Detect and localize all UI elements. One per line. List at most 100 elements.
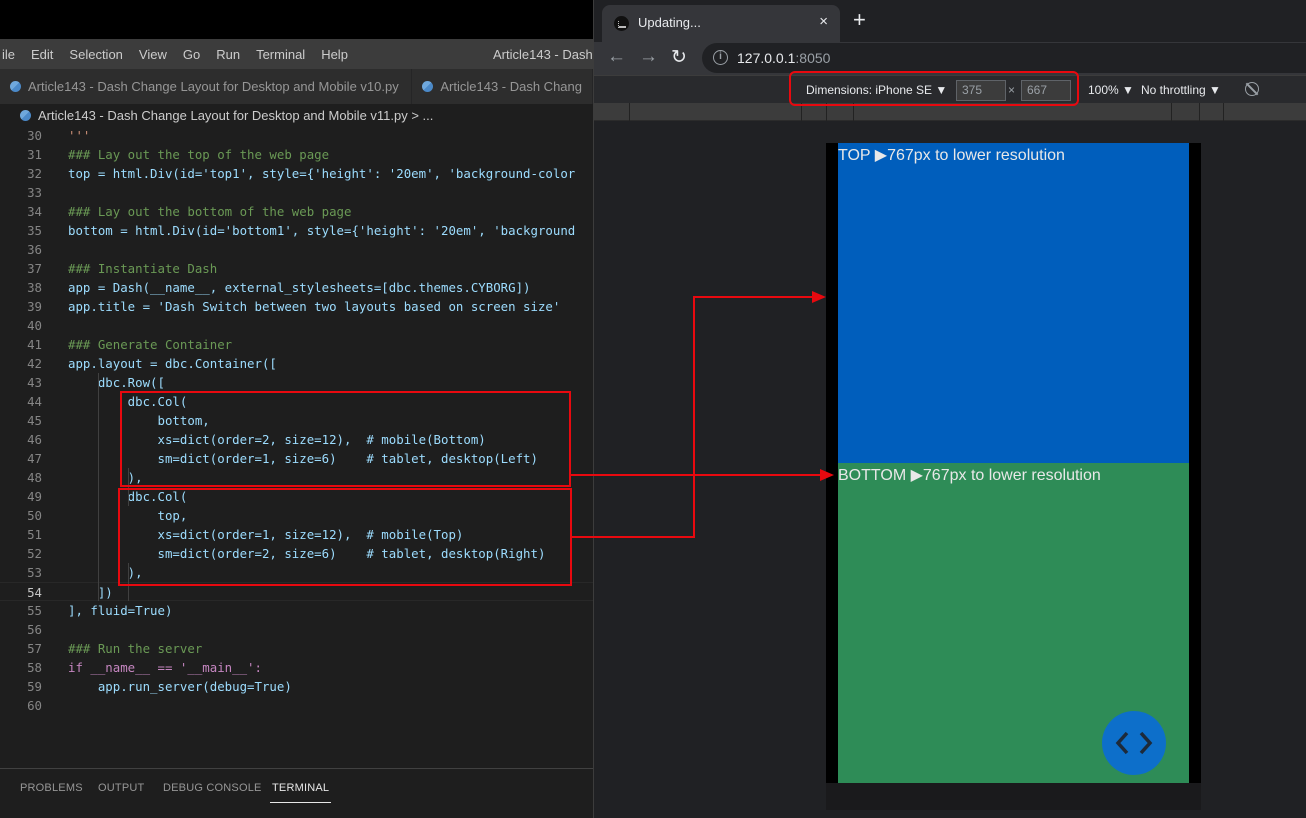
code-line[interactable]: 45 bottom, [0,411,593,430]
code-line[interactable]: 42 app.layout = dbc.Container([ [0,354,593,373]
media-segment[interactable] [630,103,802,121]
media-segment[interactable] [827,103,854,121]
panel-tab-problems[interactable]: PROBLEMS [20,782,83,794]
media-segment[interactable] [594,103,630,121]
code-text: top = html.Div(id='top1', style={'height… [68,166,576,181]
browser-toolbar: ← → ↻ i 127.0.0.1:8050 [594,42,1306,75]
device-frame-bottom [826,783,1201,810]
code-line[interactable]: 43 dbc.Row([ [0,373,593,392]
info-icon[interactable]: i [713,50,728,65]
dimensions-dropdown[interactable]: Dimensions: iPhone SE ▼ [806,83,947,97]
address-bar[interactable]: i 127.0.0.1:8050 [702,43,1306,73]
code-line[interactable]: 35 bottom = html.Div(id='bottom1', style=… [0,221,593,240]
code-line[interactable]: 53 ), [0,563,593,582]
code-line[interactable]: 54 ]) [0,582,593,601]
code-line[interactable]: 36 [0,240,593,259]
back-icon[interactable]: ← [607,46,626,68]
code-text: ), [68,565,143,580]
code-editor[interactable]: 30 ''' 31 ### Lay out the top of the web pa… [0,126,593,766]
editor-tab-v10[interactable]: Article143 - Dash Change Layout for Desk… [0,69,413,104]
code-line[interactable]: 55], fluid=True) [0,601,593,620]
media-segment[interactable] [854,103,1172,121]
code-line[interactable]: 50 top, [0,506,593,525]
new-tab-button[interactable]: + [853,7,866,33]
code-line[interactable]: 31 ### Lay out the top of the web page [0,145,593,164]
menu-terminal[interactable]: Terminal [248,47,313,62]
code-text: dbc.Col( [68,394,188,409]
code-text: ], fluid=True) [68,603,173,618]
code-text: dbc.Row([ [68,375,165,390]
code-line[interactable]: 49 dbc.Col( [0,487,593,506]
code-line[interactable]: 59 app.run_server(debug=True) [0,677,593,696]
line-number: 31 [27,147,42,162]
bottom-panel: PROBLEMS OUTPUT DEBUG CONSOLE TERMINAL [0,768,593,818]
code-line[interactable]: 39 app.title = 'Dash Switch between two l… [0,297,593,316]
device-toolbar: Dimensions: iPhone SE ▼ 375 × 667 100% ▼… [594,75,1306,103]
editor-tab-other[interactable]: Article143 - Dash Chang [412,69,593,104]
python-icon [10,81,21,92]
media-segment[interactable] [1172,103,1200,121]
height-input[interactable]: 667 [1021,80,1071,101]
code-line[interactable]: 44 dbc.Col( [0,392,593,411]
close-tab-icon[interactable]: × [819,13,828,30]
panel-tab-output[interactable]: OUTPUT [98,782,144,794]
media-segment[interactable] [1200,103,1224,121]
code-line[interactable]: 47 sm=dict(order=1, size=6) # tablet, de… [0,449,593,468]
line-number: 57 [27,641,42,656]
code-line[interactable]: 40 [0,316,593,335]
rotate-icon[interactable] [1245,82,1259,96]
zoom-dropdown[interactable]: 100% ▼ [1088,83,1134,97]
code-line[interactable]: 38 app = Dash(__name__, external_styleshe… [0,278,593,297]
menu-help[interactable]: Help [313,47,356,62]
window-title: Article143 - Dash C [493,47,593,62]
breadcrumb[interactable]: Article143 - Dash Change Layout for Desk… [0,104,593,126]
panel-tab-debug-console[interactable]: DEBUG CONSOLE [163,782,262,794]
browser-tab[interactable]: Updating... × [602,5,840,42]
code-text: ]) [68,585,113,600]
code-brackets-icon [1115,731,1153,755]
dash-debug-button[interactable] [1102,711,1166,775]
code-line[interactable]: 60 [0,696,593,715]
line-number: 41 [27,337,42,352]
code-text: if __name__ == '__main__': [68,660,262,675]
menu-view[interactable]: View [131,47,175,62]
menu-edit[interactable]: Edit [23,47,61,62]
panel-tab-terminal[interactable]: TERMINAL [269,782,332,803]
code-line[interactable]: 41 ### Generate Container [0,335,593,354]
code-line[interactable]: 56 [0,620,593,639]
menu-go[interactable]: Go [175,47,208,62]
code-line[interactable]: 37 ### Instantiate Dash [0,259,593,278]
code-text: xs=dict(order=1, size=12), # mobile(Top) [68,527,464,542]
code-text: app.title = 'Dash Switch between two lay… [68,299,561,314]
code-line[interactable]: 32 top = html.Div(id='top1', style={'heig… [0,164,593,183]
line-number: 48 [27,470,42,485]
menu-run[interactable]: Run [208,47,248,62]
line-number: 37 [27,261,42,276]
code-line[interactable]: 52 sm=dict(order=2, size=6) # tablet, de… [0,544,593,563]
line-number: 35 [27,223,42,238]
menu-file[interactable]: ile [0,47,23,62]
line-number: 54 [27,585,42,600]
media-query-bar[interactable] [594,103,1306,121]
bottom-section: BOTTOM ▶767px to lower resolution [838,463,1189,783]
code-line[interactable]: 33 [0,183,593,202]
reload-icon[interactable]: ↻ [671,46,687,69]
code-text: app.layout = dbc.Container([ [68,356,277,371]
line-number: 47 [27,451,42,466]
forward-icon[interactable]: → [639,46,658,68]
top-label: TOP ▶767px to lower resolution [838,147,1065,164]
code-line[interactable]: 48 ), [0,468,593,487]
code-line[interactable]: 30 ''' [0,126,593,145]
code-line[interactable]: 57 ### Run the server [0,639,593,658]
media-segment[interactable] [802,103,827,121]
tab-strip: Updating... × + [594,0,1306,42]
throttling-dropdown[interactable]: No throttling ▼ [1141,83,1221,97]
width-input[interactable]: 375 [956,80,1006,101]
code-line[interactable]: 46 xs=dict(order=2, size=12), # mobile(B… [0,430,593,449]
code-line[interactable]: 51 xs=dict(order=1, size=12), # mobile(T… [0,525,593,544]
menu-selection[interactable]: Selection [61,47,130,62]
code-text: xs=dict(order=2, size=12), # mobile(Bott… [68,432,486,447]
code-line[interactable]: 58 if __name__ == '__main__': [0,658,593,677]
code-line[interactable]: 34 ### Lay out the bottom of the web page [0,202,593,221]
line-number: 36 [27,242,42,257]
